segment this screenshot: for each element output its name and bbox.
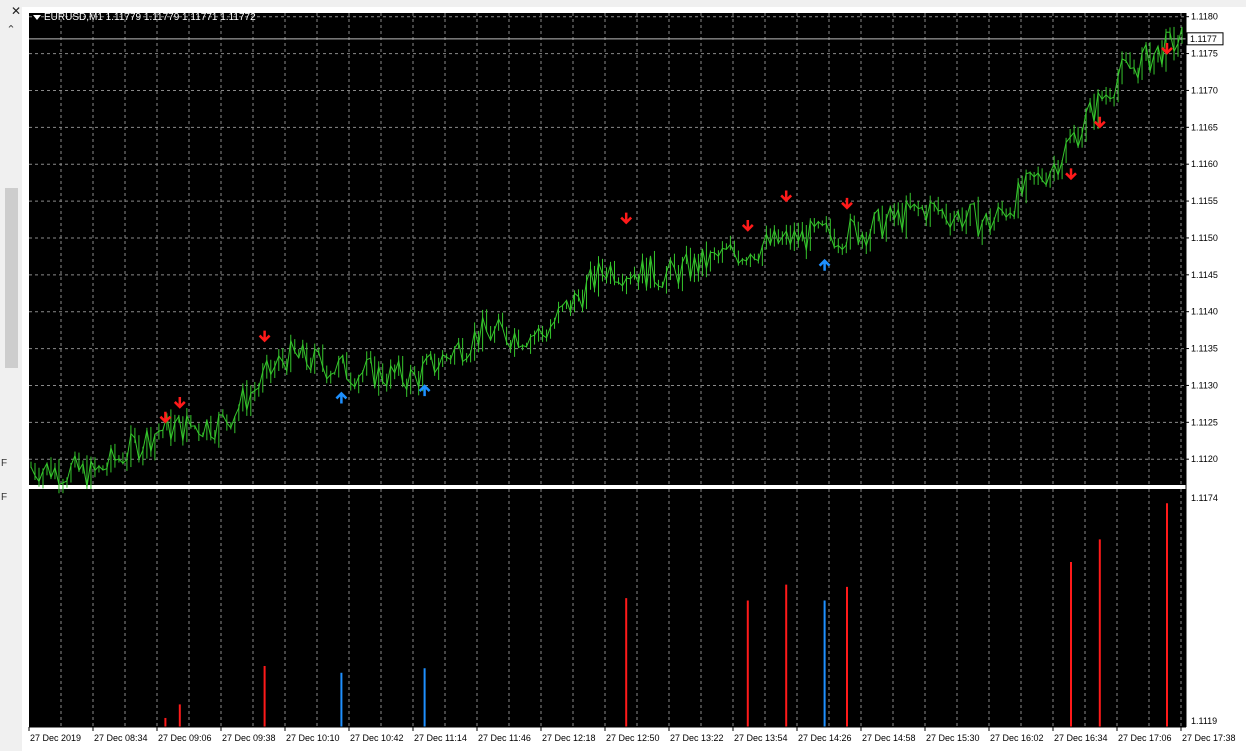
time-tick-label: 27 Dec 11:46 xyxy=(478,733,531,743)
time-tick-label: 27 Dec 11:14 xyxy=(414,733,467,743)
price-tick-label: 1.1140 xyxy=(1191,307,1218,317)
time-tick-label: 27 Dec 14:26 xyxy=(798,733,852,743)
price-tick-label: 1.1180 xyxy=(1191,12,1218,22)
chart-symbol-title: EURUSD,M1 1.11779 1.11779 1.11771 1.1177… xyxy=(44,12,256,23)
indicator-top-label: 1.1174 xyxy=(1191,493,1218,503)
time-tick-label: 27 Dec 13:54 xyxy=(734,733,788,743)
close-icon[interactable]: ✕ xyxy=(11,5,21,17)
time-tick-label: 27 Dec 15:30 xyxy=(926,733,980,743)
time-tick-label: 27 Dec 10:10 xyxy=(286,733,340,743)
time-tick-label: 27 Dec 09:06 xyxy=(158,733,212,743)
price-tick-label: 1.1125 xyxy=(1191,417,1218,427)
time-tick-label: 27 Dec 17:38 xyxy=(1182,733,1236,743)
price-tick-label: 1.1155 xyxy=(1191,196,1218,206)
time-tick-label: 27 Dec 13:22 xyxy=(670,733,724,743)
scroll-up-icon[interactable]: ⌃ xyxy=(4,22,18,38)
price-tick-label: 1.1170 xyxy=(1191,85,1218,95)
time-tick-label: 27 Dec 09:38 xyxy=(222,733,276,743)
price-tick-label: 1.1175 xyxy=(1191,49,1218,59)
time-tick-label: 27 Dec 12:50 xyxy=(606,733,660,743)
current-price-label: 1.1177 xyxy=(1190,34,1217,44)
price-tick-label: 1.1150 xyxy=(1191,233,1218,243)
time-axis: 27 Dec 2019 27 Dec 08:34 27 Dec 09:06 27 De… xyxy=(28,726,1236,743)
main-chart-area[interactable] xyxy=(29,13,1186,485)
price-tick-label: 1.1165 xyxy=(1191,122,1218,132)
time-tick-label: 27 Dec 16:02 xyxy=(990,733,1044,743)
time-tick-label: 27 Dec 2019 xyxy=(30,733,81,743)
time-tick-label: 27 Dec 14:58 xyxy=(862,733,916,743)
indicator-area[interactable] xyxy=(29,489,1186,727)
price-chart-svg[interactable]: 1.1180 1.1175 1.1170 1.1165 1.1160 1.1155 1.11… xyxy=(22,7,1246,751)
time-tick-label: 27 Dec 17:06 xyxy=(1118,733,1172,743)
price-tick-label: 1.1130 xyxy=(1191,380,1218,390)
left-tick-label: F xyxy=(1,492,8,503)
left-scrollbar[interactable]: ✕ ⌃ F F xyxy=(0,0,23,751)
chart-window[interactable]: 1.1180 1.1175 1.1170 1.1165 1.1160 1.1155 1.11… xyxy=(22,7,1246,751)
time-tick-label: 27 Dec 16:34 xyxy=(1054,733,1108,743)
scrollbar-thumb[interactable] xyxy=(5,188,18,368)
left-tick-label: F xyxy=(1,458,8,469)
indicator-bottom-label: 1.1119 xyxy=(1191,716,1217,726)
time-tick-label: 27 Dec 10:42 xyxy=(350,733,404,743)
price-tick-label: 1.1145 xyxy=(1191,270,1218,280)
price-tick-label: 1.1160 xyxy=(1191,159,1218,169)
price-axis: 1.1180 1.1175 1.1170 1.1165 1.1160 1.1155 1.11… xyxy=(1185,12,1224,727)
price-tick-label: 1.1120 xyxy=(1191,454,1218,464)
price-tick-label: 1.1135 xyxy=(1191,344,1218,354)
time-tick-label: 27 Dec 08:34 xyxy=(94,733,148,743)
time-tick-label: 27 Dec 12:18 xyxy=(542,733,596,743)
